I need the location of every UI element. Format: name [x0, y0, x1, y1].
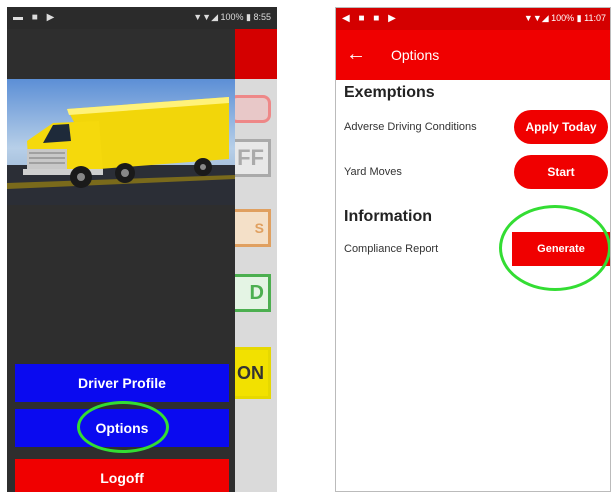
back-arrow-icon[interactable]: ← [346, 42, 366, 66]
background-app-button: D [229, 274, 271, 312]
logoff-button[interactable]: Logoff [15, 459, 229, 492]
app-bar: ← Options [336, 30, 610, 80]
background-app-button: ON [229, 347, 271, 399]
status-icons-right: ▼▼◢ 100% ▮ 11:07 [523, 13, 606, 23]
status-icons-left: ◀ ■ ■ ▶ [342, 13, 399, 24]
truck-image [7, 79, 235, 205]
status-bar: ◀ ■ ■ ▶ ▼▼◢ 100% ▮ 11:07 [336, 8, 610, 30]
information-heading: Information [344, 208, 432, 225]
start-button[interactable]: Start [514, 155, 608, 189]
compliance-report-label: Compliance Report [344, 243, 439, 255]
page-title: Options [391, 47, 440, 63]
options-button[interactable]: Options [15, 409, 229, 447]
exemptions-heading: Exemptions [344, 84, 435, 101]
right-phone-screen: ◀ ■ ■ ▶ ▼▼◢ 100% ▮ 11:07 ← Options Exemp… [335, 7, 611, 492]
background-app-header [235, 29, 277, 79]
generate-button[interactable]: Generate [512, 232, 610, 266]
status-bar: ▬ ■ ▶ ▼▼◢ 100% ▮ 8:55 [7, 7, 277, 29]
status-icons-right: ▼▼◢ 100% ▮ 8:55 [193, 12, 271, 22]
yard-moves-label: Yard Moves [344, 166, 402, 178]
background-app-button: FF [229, 139, 271, 177]
driver-profile-button[interactable]: Driver Profile [15, 364, 229, 402]
background-app-button: S [229, 209, 271, 247]
status-icons-left: ▬ ■ ▶ [13, 12, 58, 23]
apply-today-button[interactable]: Apply Today [514, 110, 608, 144]
background-app-button [229, 95, 271, 123]
adverse-driving-label: Adverse Driving Conditions [344, 121, 477, 133]
navigation-drawer: Driver Profile Options Logoff [7, 29, 235, 492]
left-phone-screen: ▬ ■ ▶ ▼▼◢ 100% ▮ 8:55 FF S D ON Driver P… [7, 7, 277, 492]
background-app: FF S D ON [229, 29, 277, 492]
